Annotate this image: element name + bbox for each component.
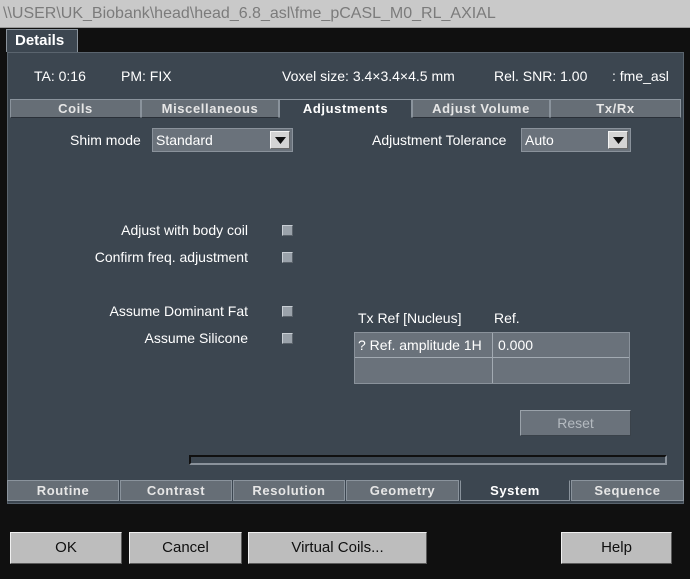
virtual-coils-button[interactable]: Virtual Coils... xyxy=(248,532,427,564)
adjust-body-coil-checkbox[interactable] xyxy=(282,225,293,236)
pm-readout: PM: FIX xyxy=(121,68,172,84)
tab-routine[interactable]: Routine xyxy=(7,480,119,501)
sequence-name-readout: : fme_asl xyxy=(612,68,669,84)
tab-adjustments[interactable]: Adjustments xyxy=(279,99,412,118)
confirm-freq-label: Confirm freq. adjustment xyxy=(94,249,248,265)
silicone-label: Assume Silicone xyxy=(144,330,249,346)
tab-miscellaneous[interactable]: Miscellaneous xyxy=(141,99,279,118)
adjustment-tolerance-select[interactable]: Auto xyxy=(521,128,631,152)
table-cell-ref-value[interactable]: 0.000 xyxy=(498,337,533,353)
window-title-bar[interactable]: \\USER\UK_Biobank\head\head_6.8_asl\fme_… xyxy=(0,0,690,28)
tab-sequence[interactable]: Sequence xyxy=(571,480,684,501)
tab-geometry[interactable]: Geometry xyxy=(346,480,459,501)
silicone-checkbox[interactable] xyxy=(282,333,293,344)
shim-mode-select[interactable]: Standard xyxy=(152,128,293,152)
chevron-down-icon xyxy=(275,137,286,144)
voxel-size-readout: Voxel size: 3.4×3.4×4.5 mm xyxy=(282,68,455,84)
confirm-freq-checkbox[interactable] xyxy=(282,252,293,263)
shim-mode-label: Shim mode xyxy=(70,132,141,148)
cancel-button[interactable]: Cancel xyxy=(129,532,242,564)
tab-adjust-volume[interactable]: Adjust Volume xyxy=(412,99,550,118)
dominant-fat-checkbox[interactable] xyxy=(282,306,293,317)
tab-coils[interactable]: Coils xyxy=(10,99,141,118)
table-row-divider xyxy=(355,357,629,358)
tab-contrast[interactable]: Contrast xyxy=(120,480,232,501)
window-title: \\USER\UK_Biobank\head\head_6.8_asl\fme_… xyxy=(3,5,496,22)
tx-ref-header: Tx Ref [Nucleus] xyxy=(358,310,462,326)
tab-tx-rx[interactable]: Tx/Rx xyxy=(550,99,681,118)
details-tab[interactable]: Details xyxy=(6,29,78,52)
adjustment-tolerance-dropdown-button[interactable] xyxy=(608,131,628,149)
ref-header: Ref. xyxy=(494,310,520,326)
tab-resolution[interactable]: Resolution xyxy=(233,480,345,501)
details-tab-label: Details xyxy=(15,32,65,49)
dominant-fat-label: Assume Dominant Fat xyxy=(109,303,249,319)
adjustment-tolerance-value: Auto xyxy=(525,132,554,148)
table-cell-nucleus[interactable]: ? Ref. amplitude 1H xyxy=(358,337,482,353)
ok-button[interactable]: OK xyxy=(10,532,122,564)
tx-ref-table[interactable]: ? Ref. amplitude 1H 0.000 xyxy=(354,332,630,384)
chevron-down-icon xyxy=(613,137,624,144)
ta-readout: TA: 0:16 xyxy=(34,68,86,84)
adjustment-tolerance-label: Adjustment Tolerance xyxy=(372,132,507,148)
adjust-body-coil-label: Adjust with body coil xyxy=(121,222,248,238)
tab-system[interactable]: System xyxy=(460,480,570,501)
help-button[interactable]: Help xyxy=(561,532,672,564)
shim-mode-dropdown-button[interactable] xyxy=(270,131,290,149)
rel-snr-readout: Rel. SNR: 1.00 xyxy=(494,68,588,84)
shim-mode-value: Standard xyxy=(156,132,213,148)
table-column-divider xyxy=(492,333,493,383)
reset-button[interactable]: Reset xyxy=(520,410,631,436)
progress-bar xyxy=(189,455,667,465)
